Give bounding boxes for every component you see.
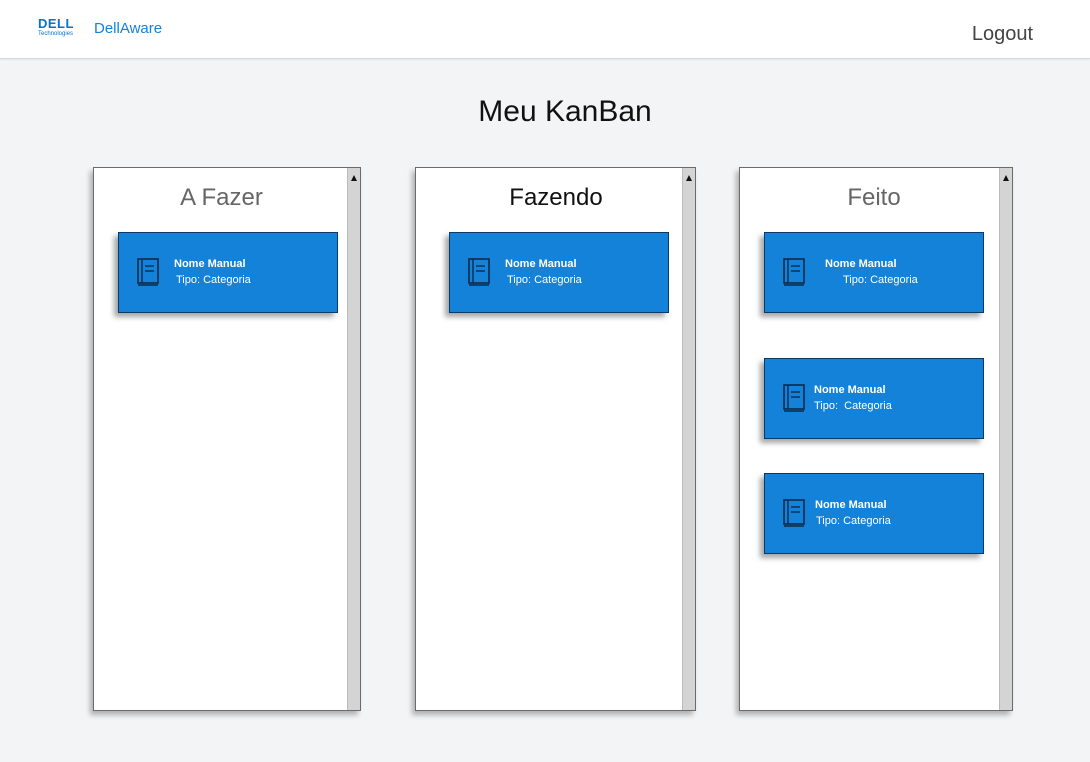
manual-card[interactable]: Nome Manual Tipo: Categoria [764, 232, 984, 313]
column-title: Feito [847, 184, 901, 211]
manual-card[interactable]: Nome Manual Tipo: Categoria [449, 232, 669, 313]
manual-card[interactable]: Nome Manual Tipo: Categoria [118, 232, 338, 313]
manual-card[interactable]: Nome Manual Tipo: Categoria [764, 473, 984, 554]
logout-button[interactable]: Logout [972, 23, 1033, 46]
card-type: Tipo: Categoria [176, 274, 251, 286]
card-name: Nome Manual [174, 258, 246, 270]
column-title: A Fazer [180, 184, 263, 211]
app-name[interactable]: DellAware [94, 20, 162, 37]
scroll-up-arrow-icon[interactable] [351, 175, 357, 181]
logo-wordmark: DELL [38, 16, 74, 31]
column-scrollbar[interactable] [347, 168, 360, 710]
book-icon [137, 258, 159, 286]
column-scrollbar[interactable] [999, 168, 1012, 710]
scroll-up-arrow-icon[interactable] [686, 175, 692, 181]
book-icon [468, 258, 490, 286]
column-scrollbar[interactable] [682, 168, 695, 710]
card-name: Nome Manual [825, 258, 897, 270]
dell-logo[interactable]: DELL Technologies [38, 17, 80, 41]
book-icon [783, 499, 805, 527]
column-title: Fazendo [509, 184, 603, 211]
scroll-up-arrow-icon[interactable] [1003, 175, 1009, 181]
card-type: Tipo: Categoria [843, 274, 918, 286]
book-icon [783, 384, 805, 412]
page-title: Meu KanBan [478, 95, 652, 128]
column-a-fazer: A Fazer Nome Manual Tipo: Categoria [93, 167, 361, 711]
card-name: Nome Manual [505, 258, 577, 270]
card-type: Tipo: Categoria [507, 274, 582, 286]
card-type: Tipo: Categoria [814, 400, 892, 412]
card-name: Nome Manual [814, 384, 886, 396]
card-name: Nome Manual [815, 499, 887, 511]
column-fazendo: Fazendo Nome Manual Tipo: Categoria [415, 167, 696, 711]
top-navbar: DELL Technologies DellAware Logout [0, 0, 1090, 59]
column-feito: Feito Nome Manual Tipo: Categoria Nome M… [739, 167, 1013, 711]
manual-card[interactable]: Nome Manual Tipo: Categoria [764, 358, 984, 439]
book-icon [783, 258, 805, 286]
card-type: Tipo: Categoria [816, 515, 891, 527]
logo-subtitle: Technologies [38, 31, 74, 37]
